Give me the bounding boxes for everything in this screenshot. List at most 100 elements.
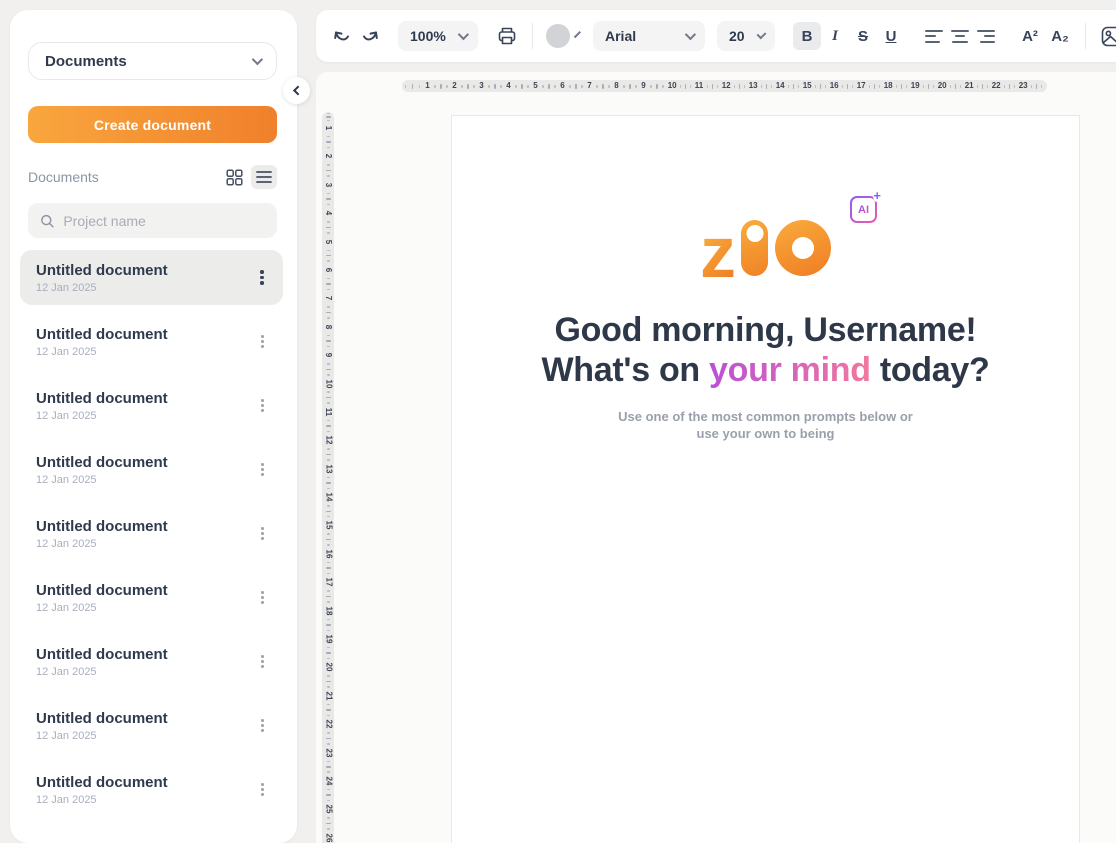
ruler-number: 4 <box>324 211 332 215</box>
ruler-number: 24 <box>324 777 332 786</box>
ruler-number: 7 <box>587 82 591 90</box>
plus-sparkle-icon: + <box>873 189 881 202</box>
document-title: Untitled document <box>36 326 251 343</box>
font-size-value: 20 <box>729 28 745 44</box>
underline-button[interactable]: U <box>877 22 905 50</box>
document-date: 12 Jan 2025 <box>36 410 251 422</box>
ruler-number: 16 <box>830 82 839 90</box>
document-list-item[interactable]: Untitled document12 Jan 2025 <box>20 762 283 817</box>
search-icon <box>40 213 54 229</box>
document-list-item[interactable]: Untitled document12 Jan 2025 <box>20 314 283 369</box>
create-document-button[interactable]: Create document <box>28 106 277 143</box>
subscript-button[interactable]: A₂ <box>1045 22 1075 50</box>
ruler-number: 18 <box>884 82 893 90</box>
document-menu-button[interactable] <box>251 265 273 291</box>
align-center-button[interactable] <box>947 22 973 50</box>
ruler-number: 12 <box>722 82 731 90</box>
italic-button[interactable]: I <box>821 22 849 50</box>
zoom-select[interactable]: 100% <box>398 21 478 51</box>
ruler-number: 8 <box>324 324 332 328</box>
editor-canvas: 1234567891011121314151617181920212223 12… <box>316 72 1116 843</box>
ruler-number: 2 <box>452 82 456 90</box>
ruler-number: 21 <box>324 691 332 700</box>
subtitle-line1: Use one of the most common prompts below… <box>618 409 913 424</box>
redo-button[interactable] <box>356 21 386 51</box>
ruler-number: 6 <box>324 268 332 272</box>
vertical-ruler[interactable]: 1234567891011121314151617181920212223242… <box>322 112 334 843</box>
search-box[interactable] <box>28 203 277 238</box>
document-page[interactable]: z AI + Good morning, Username! What's on… <box>451 115 1080 843</box>
ruler-number: 5 <box>324 239 332 243</box>
document-list-item[interactable]: Untitled document 12 Jan 2025 <box>20 570 283 625</box>
align-left-button[interactable] <box>921 22 947 50</box>
ruler-number: 14 <box>324 493 332 502</box>
logo-letter-z: z <box>700 228 734 280</box>
grid-view-button[interactable] <box>221 165 247 189</box>
ruler-number: 23 <box>1019 82 1028 90</box>
ruler-number: 3 <box>479 82 483 90</box>
document-menu-button[interactable] <box>251 585 273 611</box>
document-list-item[interactable]: Untitled document12 Jan 2025 <box>20 250 283 305</box>
superscript-button[interactable]: A² <box>1015 22 1045 50</box>
document-date: 12 Jan 2025 <box>36 538 251 550</box>
ruler-number: 10 <box>668 82 677 90</box>
document-date: 12 Jan 2025 <box>36 730 251 742</box>
document-menu-button[interactable] <box>251 329 273 355</box>
document-menu-button[interactable] <box>251 393 273 419</box>
strikethrough-button[interactable]: S <box>849 22 877 50</box>
align-right-button[interactable] <box>973 22 999 50</box>
font-size-select[interactable]: 20 <box>717 21 775 51</box>
ruler-number: 11 <box>695 82 703 90</box>
print-button[interactable] <box>492 21 522 51</box>
document-title: Untitled document <box>36 518 251 535</box>
grid-icon <box>226 169 243 186</box>
ruler-number: 4 <box>506 82 510 90</box>
editor-toolbar: 100% Arial 20 B I S U A² A₂ <box>316 10 1116 62</box>
document-title: Untitled document <box>36 710 251 727</box>
document-list-item[interactable]: Untitled document12 Jan 2025 <box>20 634 283 689</box>
ruler-number: 23 <box>324 748 332 757</box>
document-list-item[interactable]: Untitled document 12 Jan 2025 <box>20 442 283 497</box>
document-title: Untitled document <box>36 454 251 471</box>
ruler-number: 15 <box>803 82 812 90</box>
ruler-number: 9 <box>641 82 645 90</box>
greeting-line2-post: today? <box>871 351 990 389</box>
text-color-picker[interactable] <box>543 21 573 51</box>
search-input[interactable] <box>63 213 265 229</box>
workspace-selector[interactable]: Documents <box>28 42 277 80</box>
greeting-heading: Good morning, Username! What's on your m… <box>452 310 1079 390</box>
document-date: 12 Jan 2025 <box>36 794 251 806</box>
ruler-number: 15 <box>324 521 332 530</box>
document-date: 12 Jan 2025 <box>36 602 251 614</box>
ruler-number: 13 <box>324 464 332 473</box>
zio-logo: z AI + <box>700 220 831 276</box>
font-family-select[interactable]: Arial <box>593 21 705 51</box>
ruler-number: 10 <box>324 379 332 388</box>
chevron-down-icon[interactable] <box>574 31 581 38</box>
document-date: 12 Jan 2025 <box>36 282 251 294</box>
redo-icon <box>359 24 383 48</box>
undo-button[interactable] <box>326 21 356 51</box>
ruler-number: 9 <box>324 353 332 357</box>
document-menu-button[interactable] <box>251 521 273 547</box>
sidebar-collapse-button[interactable] <box>283 77 310 104</box>
ruler-number: 20 <box>938 82 947 90</box>
document-date: 12 Jan 2025 <box>36 474 251 486</box>
ai-badge-icon: AI + <box>850 196 877 223</box>
greeting-line1: Good morning, Username! <box>555 311 977 349</box>
document-list-item[interactable]: Untitled document12 Jan 2025 <box>20 378 283 433</box>
document-list-item[interactable]: Untitled document 12 Jan 2025 <box>20 698 283 753</box>
document-menu-button[interactable] <box>251 713 273 739</box>
horizontal-ruler[interactable]: 1234567891011121314151617181920212223 <box>402 80 1047 92</box>
document-menu-button[interactable] <box>251 649 273 675</box>
bold-button[interactable]: B <box>793 22 821 50</box>
list-view-button[interactable] <box>251 165 277 189</box>
document-title: Untitled document <box>36 582 251 599</box>
document-menu-button[interactable] <box>251 457 273 483</box>
greeting-line2-pre: What's on <box>542 351 710 389</box>
image-icon <box>1100 25 1116 48</box>
document-list-item[interactable]: Untitled document 12 Jan 2025 <box>20 506 283 561</box>
printer-icon <box>496 25 518 47</box>
insert-image-button[interactable] <box>1096 21 1116 51</box>
document-menu-button[interactable] <box>251 777 273 803</box>
